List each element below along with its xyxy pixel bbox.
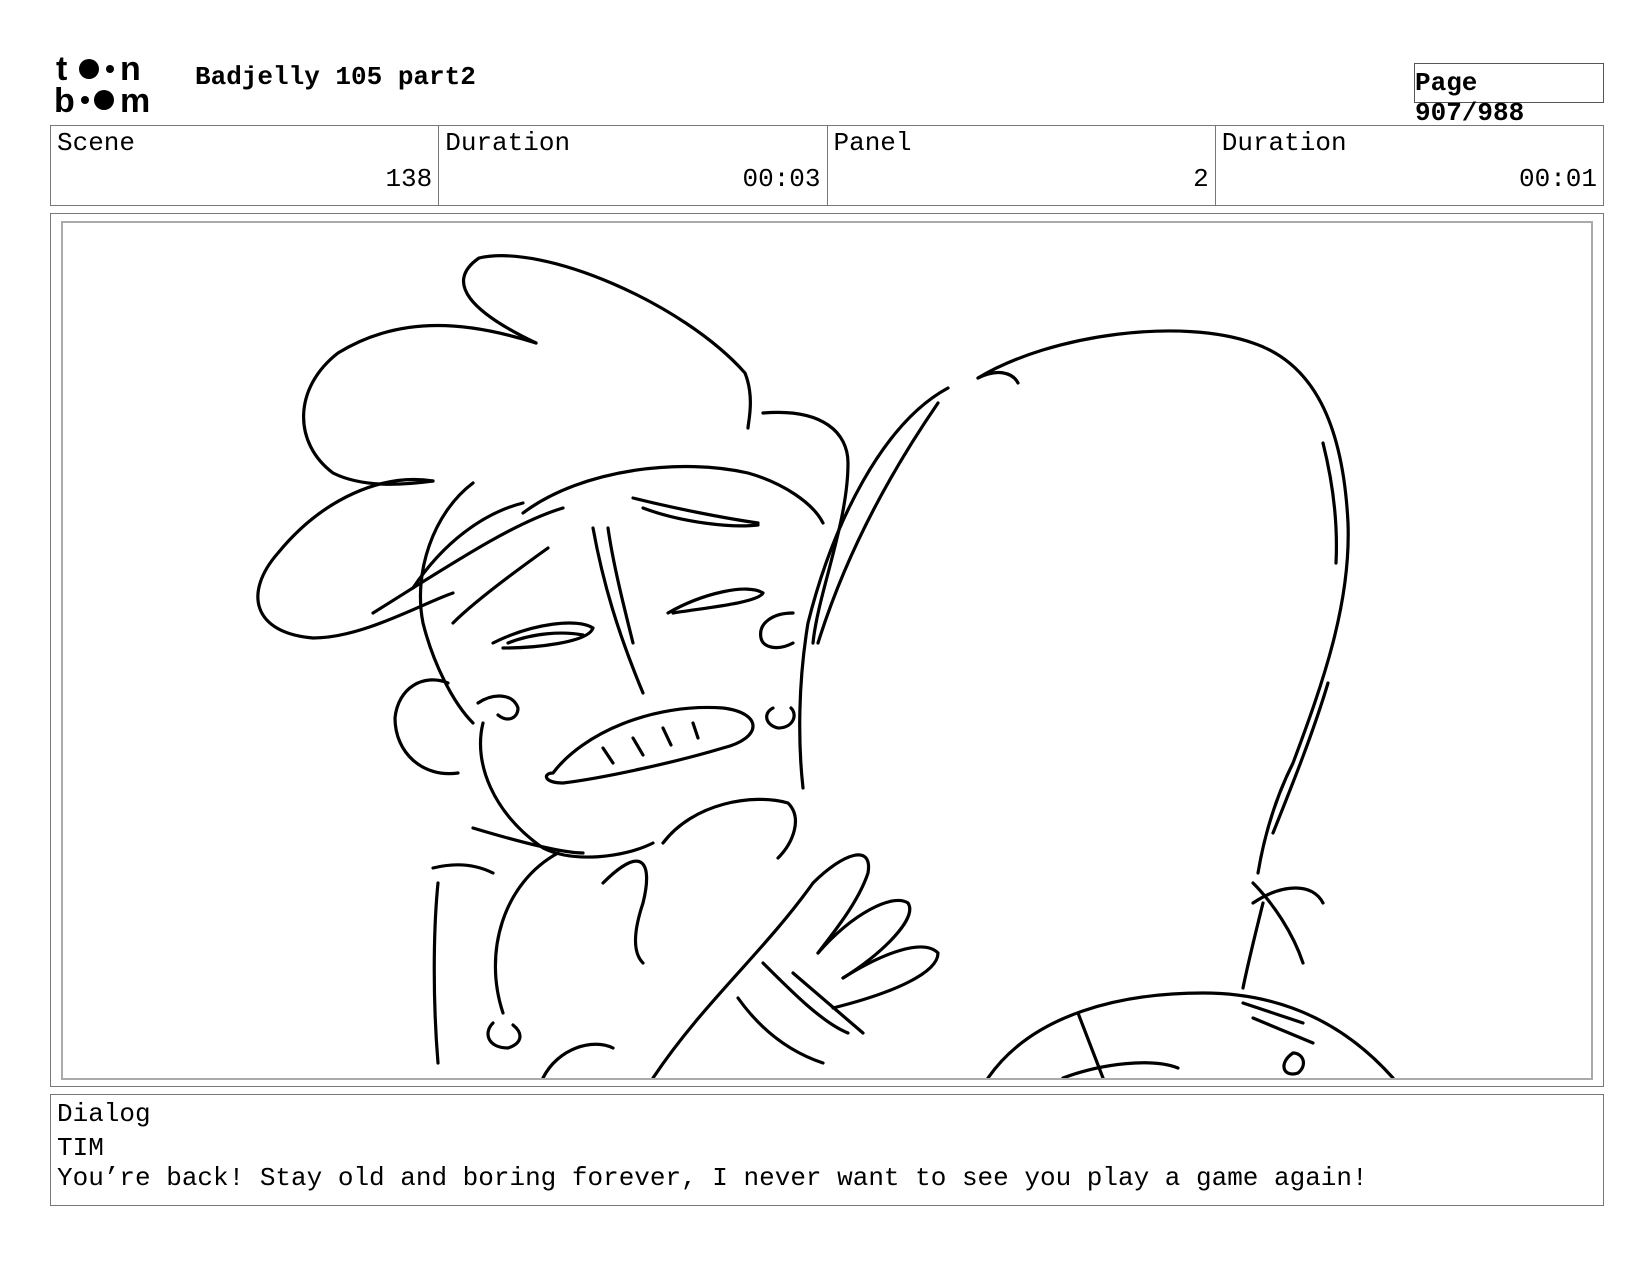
scene-value: 138 [385, 164, 433, 194]
sketch-nose [591, 526, 645, 695]
sketch-knuckle [1251, 881, 1305, 965]
sketch-cheek-right [759, 611, 795, 650]
scene-cell: Scene 138 [51, 126, 440, 205]
sketch-ear [393, 678, 460, 776]
panel-value: 2 [1193, 164, 1209, 194]
panel-duration-label: Duration [1221, 128, 1347, 158]
sketch-torso [432, 881, 440, 1065]
sketch-hair-strand-2 [451, 546, 550, 625]
sketch-drawing [256, 254, 1395, 1078]
sketch-big-right-line [1271, 681, 1330, 835]
page-number: Page 907/988 [1415, 68, 1525, 128]
svg-text:b: b [54, 82, 75, 116]
sketch-cheek-right-2 [765, 706, 796, 730]
scene-label: Scene [57, 128, 136, 158]
panel-cell: Panel 2 [828, 126, 1216, 205]
sketch-bottom-curve [541, 1042, 615, 1078]
sketch-bottom-right-2 [1061, 1061, 1180, 1078]
sketch-nose-2 [606, 526, 635, 645]
panel-label: Panel [833, 128, 912, 158]
sketch-big-head-top [976, 370, 1020, 385]
sketch-bottom-right [986, 991, 1395, 1078]
sketch-cap-band [371, 506, 565, 615]
sketch-hair-back [302, 323, 538, 486]
sketch-hand-finger-2 [831, 945, 940, 1010]
sketch-arm [661, 797, 798, 860]
sketch-arm-2 [601, 859, 649, 965]
panel-duration-cell: Duration 00:01 [1216, 126, 1603, 205]
sketch-hair [461, 254, 752, 430]
sketch-big-head [976, 329, 1350, 875]
sketch-bottom-left-oval [486, 1021, 522, 1050]
sketch-big-left-2 [816, 401, 940, 645]
sketch-shoulder [471, 826, 585, 855]
toon-boom-logo-icon: t n b m [54, 50, 150, 120]
sketch-mouth [544, 705, 755, 785]
sketch-big-left [798, 386, 950, 790]
storyboard-panel-frame [50, 213, 1604, 1087]
sketch-big-lower [1241, 901, 1265, 990]
scene-info-row: Scene 138 Duration 00:03 Panel 2 Duratio… [50, 125, 1604, 206]
sketch-head-top [521, 464, 825, 525]
sketch-hand [651, 853, 871, 1078]
scene-duration-cell: Duration 00:03 [439, 126, 828, 205]
sketch-hand-palm [761, 961, 850, 1035]
panel-duration-value: 00:01 [1518, 164, 1597, 194]
sketch-teeth [601, 721, 700, 765]
sketch-eye-right [666, 587, 765, 615]
page-indicator: Page 907/988 [1414, 63, 1604, 128]
scene-duration-label: Duration [445, 128, 571, 158]
sketch-knuckle-2 [1251, 886, 1325, 905]
toon-boom-logo: t n b m [54, 50, 172, 120]
dialog-speaker: TIM [57, 1133, 104, 1163]
dialog-box: Dialog TIM You’re back! Stay old and bor… [50, 1094, 1604, 1206]
sketch-brow-right-2 [641, 506, 760, 528]
document-title: Badjelly 105 part2 [195, 62, 476, 92]
scene-duration-value: 00:03 [742, 164, 821, 194]
sketch-torso-2 [493, 851, 560, 1015]
dialog-label: Dialog [57, 1099, 151, 1129]
sketch-shoulder-2 [431, 863, 495, 875]
dialog-line: You’re back! Stay old and boring forever… [57, 1163, 1368, 1193]
sketch-big-inner [1321, 441, 1339, 565]
sketch-cheek-left [476, 694, 520, 721]
storyboard-panel [61, 221, 1593, 1080]
sketch-bottom-oval [1282, 1051, 1306, 1076]
sketch-forehead [761, 410, 850, 645]
svg-text:m: m [120, 82, 150, 116]
